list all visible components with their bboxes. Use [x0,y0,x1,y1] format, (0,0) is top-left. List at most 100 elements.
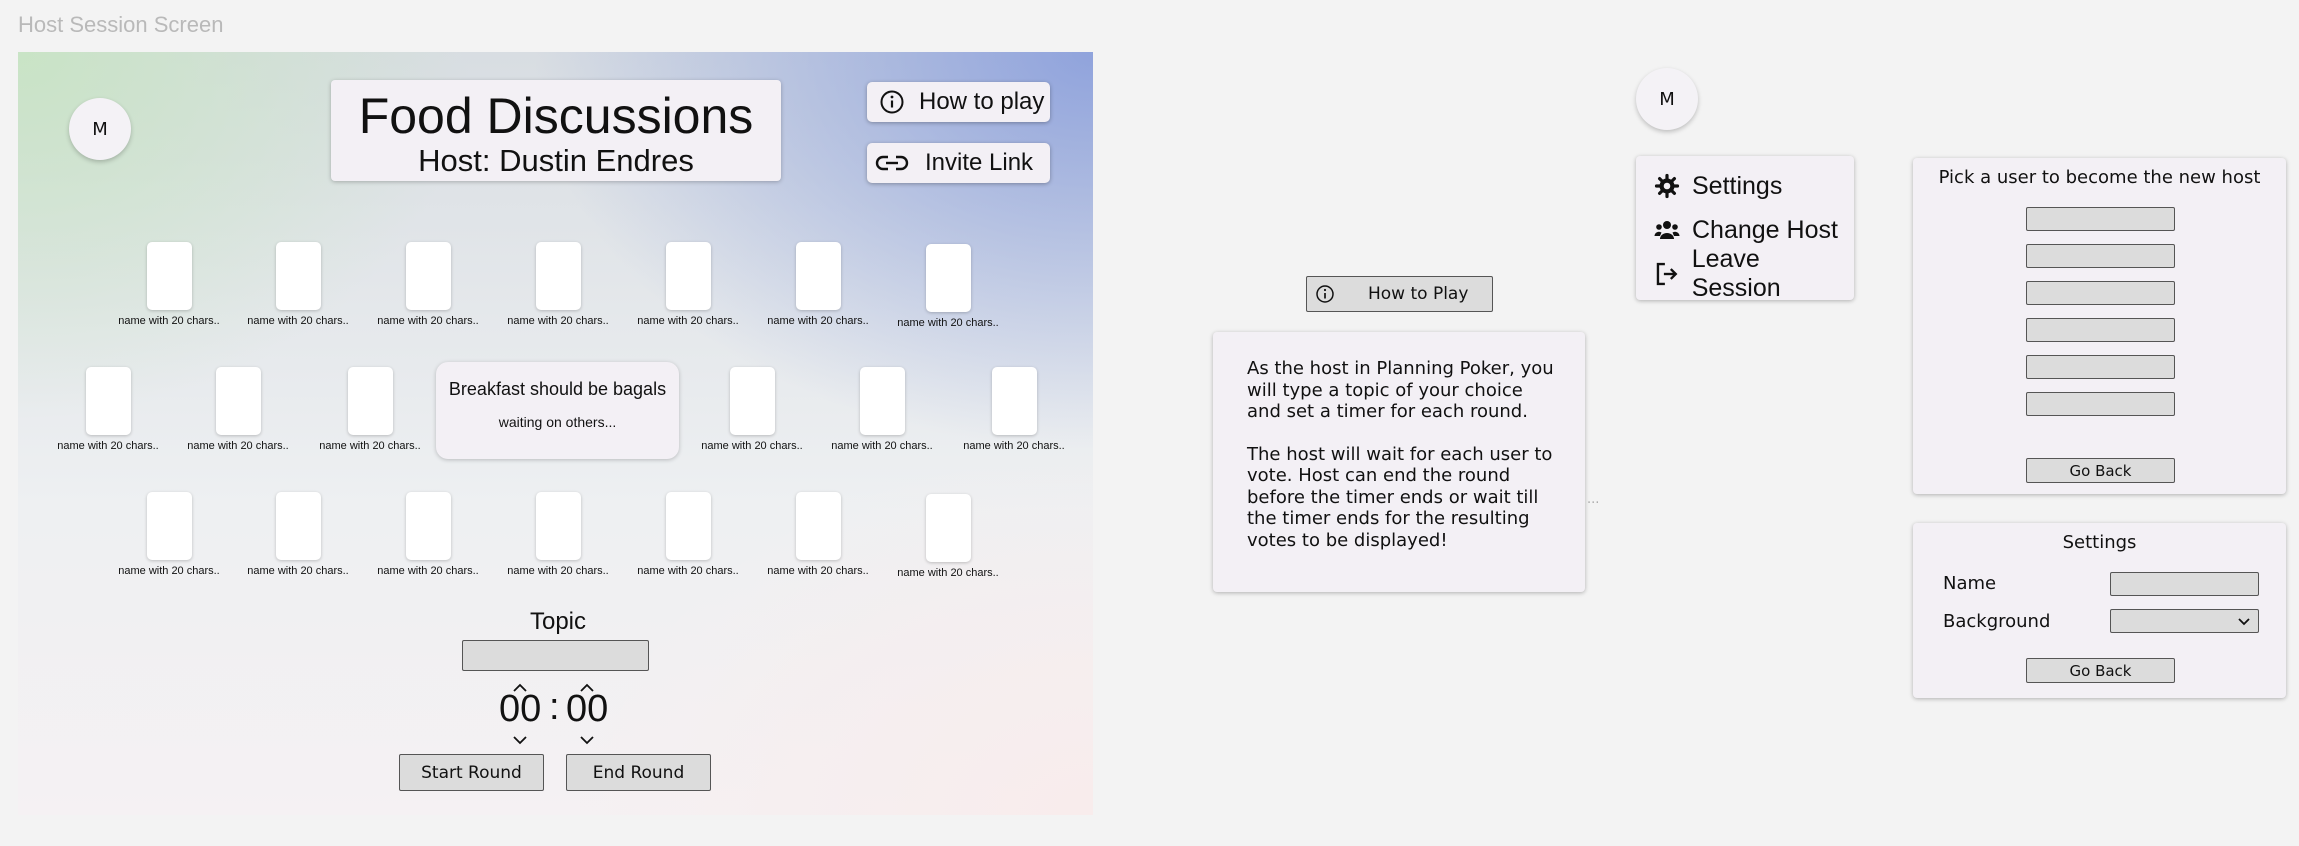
link-icon [875,155,909,171]
menu-item-label: Settings [1692,171,1783,200]
time-separator: : [549,686,560,728]
name-label: Name [1943,573,1997,594]
player-card: name with 20 chars.. [498,492,618,577]
user-menu: Settings Change Host Leave Session [1636,156,1854,302]
info-icon [880,90,904,114]
menu-item-label: Change Host [1692,215,1838,244]
how-to-play-toggle-label: How to Play [1368,284,1469,304]
player-name: name with 20 chars.. [319,440,421,452]
player-card: name with 20 chars.. [238,242,358,327]
player-card: name with 20 chars.. [628,492,748,577]
player-name: name with 20 chars.. [377,565,479,577]
player-name: name with 20 chars.. [507,315,609,327]
help-paragraph-1: As the host in Planning Poker, you will … [1247,358,1554,422]
player-card: name with 20 chars.. [822,367,942,452]
player-name: name with 20 chars.. [897,567,999,579]
user-option[interactable] [2026,392,2175,416]
minutes-value[interactable]: 00 [499,688,541,731]
topic-label: Topic [529,608,587,635]
user-option[interactable] [2026,281,2175,305]
player-card: name with 20 chars.. [758,242,878,327]
player-card: name with 20 chars.. [109,492,229,577]
gear-icon [1654,173,1680,199]
current-topic-card: Breakfast should be bagals waiting on ot… [436,362,679,459]
player-name: name with 20 chars.. [637,315,739,327]
change-host-go-back-button[interactable]: Go Back [2026,458,2175,483]
player-card: name with 20 chars.. [310,367,430,452]
player-name: name with 20 chars.. [637,565,739,577]
player-name: name with 20 chars.. [897,317,999,329]
settings-panel: Settings Name Background Go Back [1913,523,2286,698]
player-name: name with 20 chars.. [963,440,1065,452]
player-name: name with 20 chars.. [118,315,220,327]
how-to-play-button[interactable]: How to play [867,82,1050,122]
logout-icon [1656,262,1678,286]
player-card: name with 20 chars.. [48,367,168,452]
menu-avatar[interactable]: M [1636,68,1698,130]
minutes-down-chevron-icon[interactable] [512,730,528,749]
player-card: name with 20 chars.. [888,244,1008,329]
end-round-button[interactable]: End Round [566,754,711,791]
player-name: name with 20 chars.. [57,440,159,452]
player-card: name with 20 chars.. [368,492,488,577]
player-name: name with 20 chars.. [247,565,349,577]
how-to-play-toggle-button[interactable]: How to Play [1306,276,1493,312]
player-name: name with 20 chars.. [831,440,933,452]
player-card: name with 20 chars.. [178,367,298,452]
player-name: name with 20 chars.. [507,565,609,577]
user-avatar[interactable]: M [69,98,131,160]
session-title-card: Food Discussions Host: Dustin Endres [331,80,781,181]
topic-input[interactable] [462,640,649,671]
background-select[interactable] [2110,609,2259,633]
player-card: name with 20 chars.. [954,367,1074,452]
user-option[interactable] [2026,318,2175,342]
current-topic-title: Breakfast should be bagals [448,379,667,399]
panel-ellipsis: ... [1587,492,1600,507]
session-host: Host: Dustin Endres [418,143,694,178]
player-card: name with 20 chars.. [238,492,358,577]
user-option[interactable] [2026,207,2175,231]
player-name: name with 20 chars.. [767,315,869,327]
player-card: name with 20 chars.. [758,492,878,577]
seconds-down-chevron-icon[interactable] [579,730,595,749]
session-stage: M Food Discussions Host: Dustin Endres H… [18,52,1093,815]
menu-item-leave-session[interactable]: Leave Session [1636,245,1854,302]
player-card: name with 20 chars.. [628,242,748,327]
menu-item-label: Leave Session [1691,245,1781,302]
player-name: name with 20 chars.. [701,440,803,452]
menu-item-settings[interactable]: Settings [1636,164,1854,208]
screen-label: Host Session Screen [18,12,224,37]
name-input[interactable] [2110,572,2259,596]
invite-link-button[interactable]: Invite Link [867,143,1050,183]
start-round-button[interactable]: Start Round [399,754,544,791]
people-icon [1654,221,1680,239]
player-name: name with 20 chars.. [187,440,289,452]
player-name: name with 20 chars.. [767,565,869,577]
avatar-initial: M [92,118,108,140]
invite-link-label: Invite Link [925,149,1034,176]
player-name: name with 20 chars.. [247,315,349,327]
user-option[interactable] [2026,355,2175,379]
player-card: name with 20 chars.. [368,242,488,327]
how-to-play-panel: As the host in Planning Poker, you will … [1213,332,1585,592]
background-label: Background [1943,611,2051,632]
current-topic-status: waiting on others... [498,414,617,430]
player-card: name with 20 chars.. [692,367,812,452]
player-card: name with 20 chars.. [109,242,229,327]
player-name: name with 20 chars.. [377,315,479,327]
chevron-down-icon [2238,618,2250,626]
user-option[interactable] [2026,244,2175,268]
seconds-value[interactable]: 00 [566,688,608,731]
player-name: name with 20 chars.. [118,565,220,577]
player-card: name with 20 chars.. [888,494,1008,579]
settings-title: Settings [2062,532,2137,553]
settings-go-back-button[interactable]: Go Back [2026,658,2175,683]
session-title: Food Discussions [358,88,754,144]
change-host-panel: Pick a user to become the new host Go Ba… [1913,158,2286,494]
avatar-initial: M [1659,88,1675,110]
info-icon [1316,285,1334,303]
player-card: name with 20 chars.. [498,242,618,327]
help-paragraph-2: The host will wait for each user to vote… [1247,443,1553,551]
change-host-title: Pick a user to become the new host [1938,167,2261,188]
how-to-play-label: How to play [919,88,1045,115]
